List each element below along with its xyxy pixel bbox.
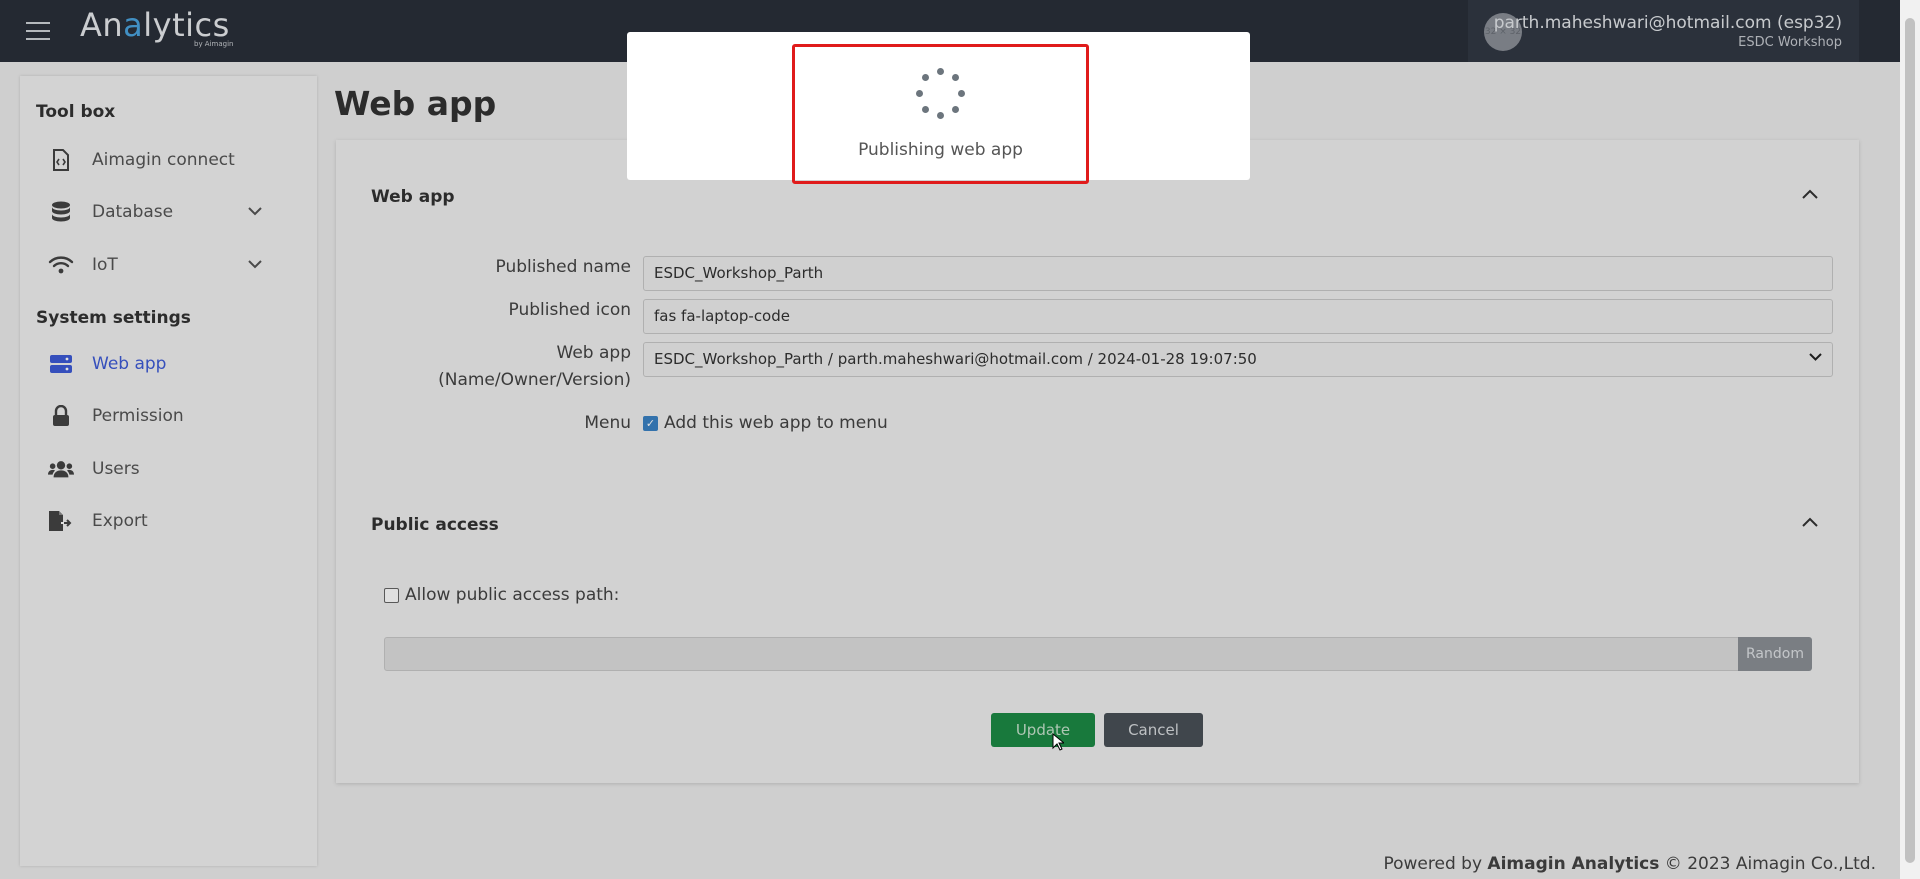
page-scrollbar[interactable]: [1900, 0, 1920, 879]
highlight-box: [792, 44, 1089, 184]
mouse-cursor-icon: [1052, 733, 1064, 751]
scrollbar-thumb[interactable]: [1905, 18, 1915, 863]
